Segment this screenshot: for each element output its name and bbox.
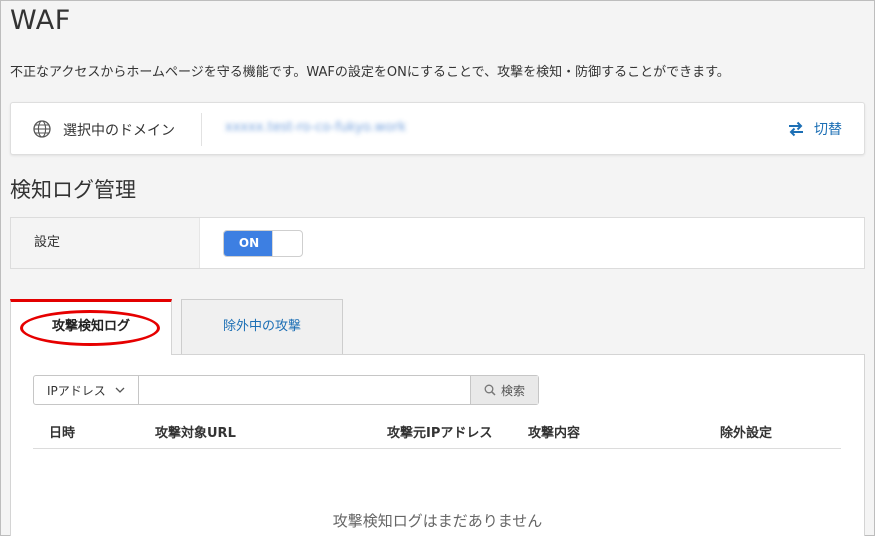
filter-type-select[interactable]: IPアドレス [34, 376, 139, 404]
setting-row: 設定 ON [10, 217, 865, 269]
switch-domain-link[interactable]: 切替 [787, 119, 842, 139]
column-header-attack-content: 攻撃内容 [528, 426, 581, 441]
selected-domain: xxxxx.test-ro-co-fukyo.work [225, 120, 407, 135]
section-title: 検知ログ管理 [10, 178, 136, 202]
column-header-target-url: 攻撃対象URL [155, 426, 236, 441]
tab-excluded-attacks[interactable]: 除外中の攻撃 [181, 299, 343, 355]
log-panel: IPアドレス 検索 日時 攻撃対象URL 攻撃元IPアドレス 攻撃内容 除外設定… [10, 354, 865, 536]
globe-icon [33, 120, 51, 138]
column-header-exclusion: 除外設定 [720, 426, 773, 441]
domain-label: 選択中のドメイン [63, 123, 175, 139]
swap-arrows-icon [789, 121, 803, 137]
search-button-label: 検索 [500, 383, 525, 398]
search-input[interactable] [139, 376, 470, 404]
column-header-source-ip: 攻撃元IPアドレス [387, 426, 493, 441]
page-title: WAF [10, 5, 71, 36]
waf-toggle[interactable]: ON [223, 230, 303, 257]
chevron-down-icon [115, 387, 125, 393]
column-header-datetime: 日時 [49, 426, 76, 441]
page-description: 不正なアクセスからホームページを守る機能です。WAFの設定をONにすることで、攻… [10, 65, 730, 80]
switch-label: 切替 [814, 122, 842, 138]
search-button[interactable]: 検索 [470, 376, 538, 404]
toggle-on-label: ON [224, 231, 274, 256]
filter-bar: IPアドレス 検索 [33, 375, 539, 405]
domain-card: 選択中のドメイン xxxxx.test-ro-co-fukyo.work 切替 [10, 102, 865, 155]
toggle-knob [272, 231, 302, 256]
tab-attack-log[interactable]: 攻撃検知ログ [10, 299, 172, 355]
search-icon [484, 384, 496, 396]
filter-type-value: IPアドレス [47, 383, 106, 398]
domain-divider [201, 113, 202, 146]
table-header: 日時 攻撃対象URL 攻撃元IPアドレス 攻撃内容 除外設定 [33, 417, 841, 449]
setting-label: 設定 [11, 218, 200, 268]
empty-message: 攻撃検知ログはまだありません [332, 512, 543, 530]
